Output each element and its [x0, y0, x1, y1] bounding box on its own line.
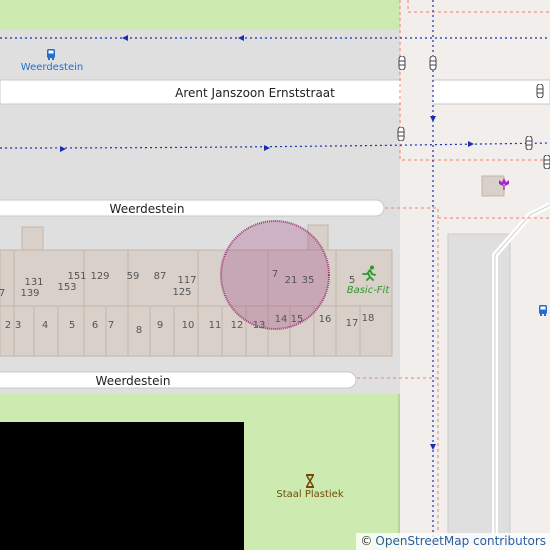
road-weerdestein-north: [0, 199, 385, 217]
flower-icon[interactable]: [497, 177, 511, 191]
house-number: 12: [230, 320, 244, 331]
house-number: 14: [274, 314, 288, 325]
tram-stop-icon: [398, 56, 406, 70]
street-label-arent: Arent Janszoon Ernststraat: [175, 86, 335, 100]
poi-label-staal-plastiek[interactable]: Staal Plastiek: [276, 490, 343, 500]
house-number: 8: [135, 325, 143, 336]
tram-stop-icon: [397, 127, 405, 141]
house-number: 7: [271, 269, 279, 280]
artwork-icon[interactable]: [305, 474, 315, 488]
parking-area: [447, 233, 511, 550]
attribution-link[interactable]: OpenStreetMap contributors: [375, 534, 546, 548]
road-weerdestein-south: [0, 371, 357, 389]
house-number: 59: [126, 271, 140, 282]
house-number: 11: [208, 320, 222, 331]
unrendered-area: [0, 422, 244, 550]
house-number: 16: [318, 314, 332, 325]
house-number: 4: [41, 320, 49, 331]
map-view[interactable]: Arent Janszoon Ernststraat Weerdestein W…: [0, 0, 550, 550]
bus-stop-icon[interactable]: [46, 49, 56, 60]
house-number: 18: [361, 313, 375, 324]
park-area-north: [0, 0, 400, 30]
house-number: 87: [153, 271, 167, 282]
house-number: 139: [20, 288, 40, 299]
house-number: 15: [290, 314, 304, 325]
house-number: 117: [177, 275, 197, 286]
house-number: 21: [284, 275, 298, 286]
house-number: 7: [0, 288, 6, 299]
bus-stop-label[interactable]: Weerdestein: [21, 63, 83, 73]
house-number: 131: [24, 277, 44, 288]
street-label-weerdestein-north: Weerdestein: [109, 202, 185, 216]
house-number: 151: [67, 271, 87, 282]
house-number: 125: [172, 287, 192, 298]
house-number: 3: [14, 320, 22, 331]
house-number: 6: [91, 320, 99, 331]
house-number: 17: [345, 318, 359, 329]
house-number: 5: [348, 275, 356, 286]
house-number: 10: [181, 320, 195, 331]
copyright-symbol: ©: [360, 534, 373, 548]
house-number: 129: [90, 271, 110, 282]
fitness-icon[interactable]: [361, 265, 377, 281]
house-number: 153: [57, 282, 77, 293]
house-number: 9: [156, 320, 164, 331]
house-number: 35: [301, 275, 315, 286]
house-number: 13: [252, 320, 266, 331]
tram-stop-icon: [543, 155, 550, 169]
attribution: © OpenStreetMap contributors: [356, 533, 550, 550]
tram-stop-icon: [525, 136, 533, 150]
house-number: 5: [68, 320, 76, 331]
bus-stop-icon[interactable]: [538, 305, 548, 316]
tram-stop-icon: [536, 84, 544, 98]
house-number: 7: [107, 320, 115, 331]
house-number: 2: [4, 320, 12, 331]
poi-label-basic-fit[interactable]: Basic-Fit: [347, 286, 390, 296]
street-label-weerdestein-south: Weerdestein: [95, 374, 171, 388]
tram-stop-icon: [429, 56, 437, 70]
